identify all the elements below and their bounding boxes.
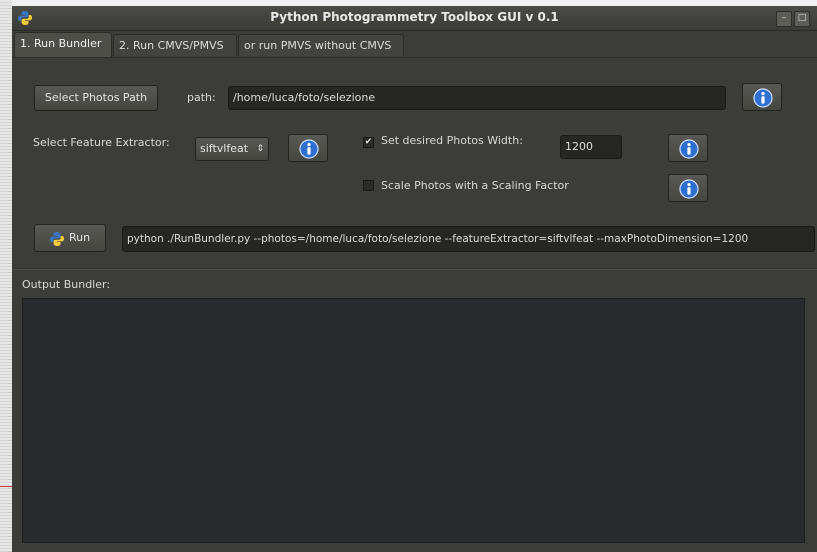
output-bundler-label: Output Bundler: <box>22 278 111 291</box>
select-photos-path-button[interactable]: Select Photos Path <box>34 85 158 111</box>
info-icon <box>753 88 773 108</box>
tab-run-cmvs-pmvs[interactable]: 2. Run CMVS/PMVS <box>113 34 237 56</box>
maximize-button[interactable]: □ <box>794 11 810 27</box>
path-info-button[interactable] <box>742 83 782 111</box>
set-width-checkbox[interactable]: ✔ <box>363 137 374 148</box>
info-icon <box>679 179 699 199</box>
feature-extractor-value: siftvlfeat <box>200 142 249 155</box>
command-field[interactable]: python ./RunBundler.py --photos=/home/lu… <box>122 226 815 252</box>
feature-extractor-label: Select Feature Extractor: <box>33 136 170 149</box>
set-width-info-button[interactable] <box>668 134 708 162</box>
background-red-line <box>0 486 12 487</box>
tab-bar: 1. Run Bundler 2. Run CMVS/PMVS or run P… <box>12 31 817 58</box>
output-bundler-textarea[interactable] <box>22 298 805 543</box>
scale-factor-info-button[interactable] <box>668 174 708 202</box>
title-bar[interactable]: Python Photogrammetry Toolbox GUI v 0.1 … <box>12 6 817 31</box>
tab-run-bundler[interactable]: 1. Run Bundler <box>14 32 112 57</box>
separator-highlight <box>12 269 817 270</box>
run-button[interactable]: Run <box>34 224 106 252</box>
background-window-edge <box>0 0 12 552</box>
photo-width-input[interactable]: 1200 <box>560 135 622 159</box>
tab-run-pmvs-without-cmvs[interactable]: or run PMVS without CMVS <box>238 34 404 56</box>
info-icon <box>299 139 319 159</box>
minimize-button[interactable]: – <box>776 11 792 27</box>
info-icon <box>679 139 699 159</box>
combo-arrow-icon: ⇕ <box>256 144 264 154</box>
path-label: path: <box>187 91 216 104</box>
feature-extractor-select[interactable]: siftvlfeat ⇕ <box>195 137 269 161</box>
path-input[interactable]: /home/luca/foto/selezione <box>228 86 726 110</box>
run-button-label: Run <box>69 231 91 244</box>
python-logo-icon <box>50 232 64 246</box>
window-title: Python Photogrammetry Toolbox GUI v 0.1 <box>270 10 559 24</box>
app-window: Python Photogrammetry Toolbox GUI v 0.1 … <box>12 6 817 552</box>
set-width-label: Set desired Photos Width: <box>381 134 523 147</box>
scale-factor-checkbox[interactable] <box>363 180 374 191</box>
scale-factor-label: Scale Photos with a Scaling Factor <box>381 179 569 192</box>
feature-extractor-info-button[interactable] <box>288 134 328 162</box>
